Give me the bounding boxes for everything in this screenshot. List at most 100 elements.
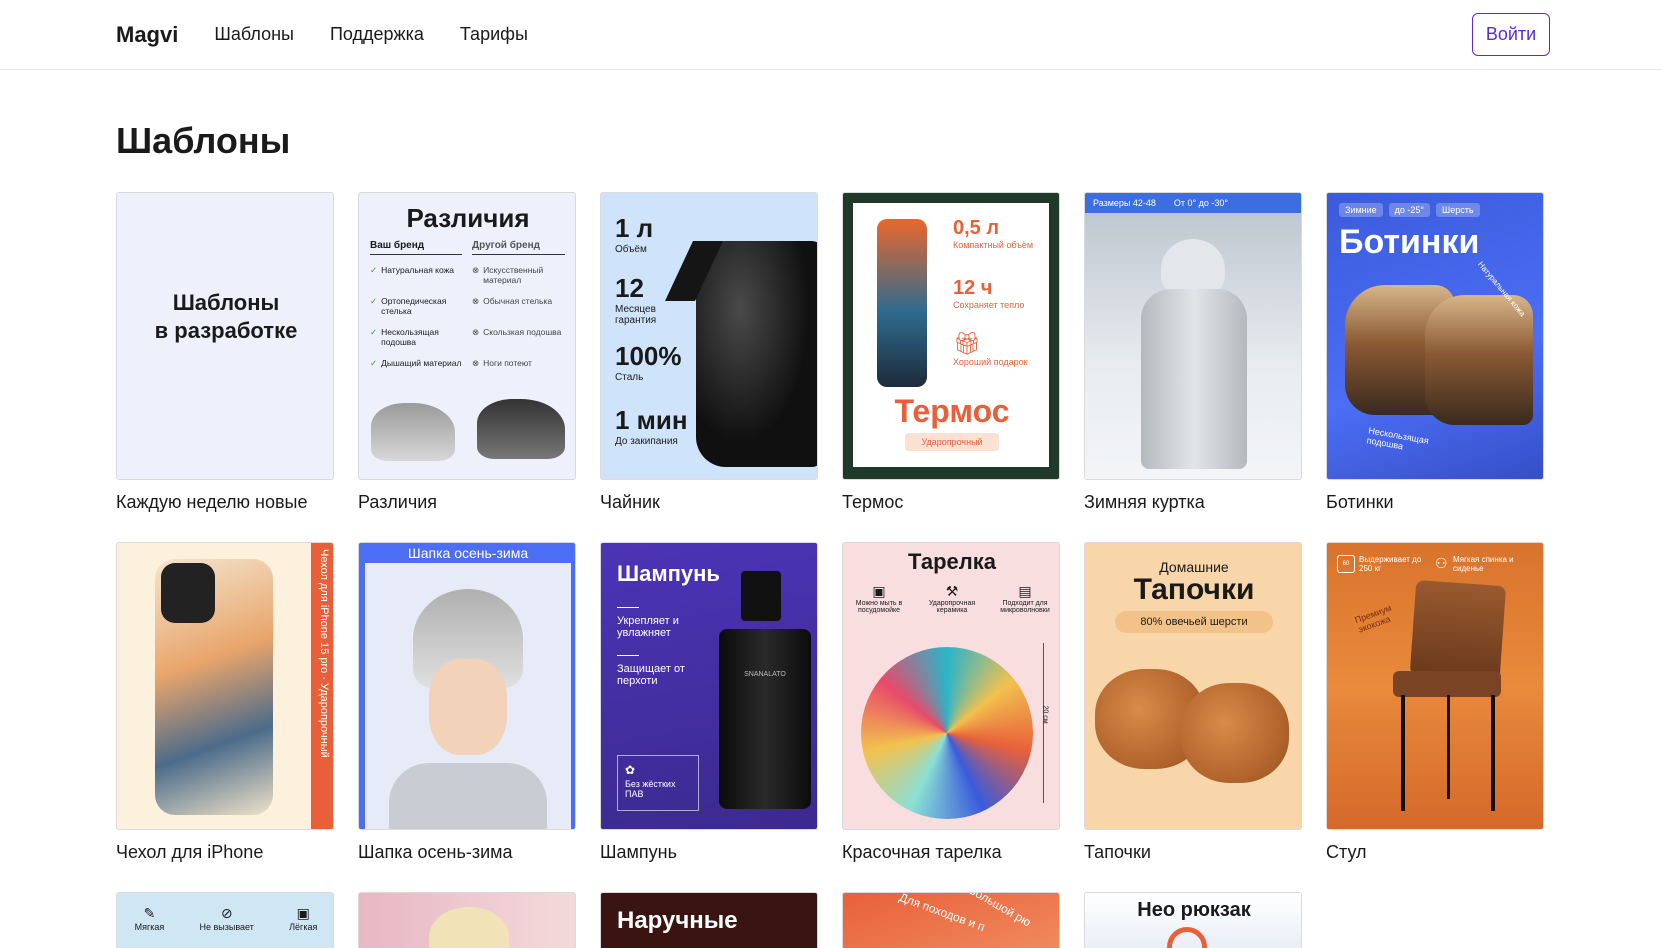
template-card[interactable] [358,892,576,948]
template-card[interactable]: Наручные [600,892,818,948]
template-card[interactable]: Шампунь Укрепляет и увлажняет Защищает о… [600,542,818,882]
thumb-heading: Различия [406,203,530,233]
template-thumbnail[interactable]: Наручные [600,892,818,948]
template-thumbnail[interactable]: ✎ Мягкая ⊘ Не вызывает ▣ Лёгкая [116,892,334,948]
face-shape [429,659,507,755]
stat-label: Сталь [615,372,644,383]
stat-label: Сохраняет тепло [953,300,1025,310]
template-caption[interactable]: Шапка осень-зима [358,842,576,882]
main-nav: Шаблоны Поддержка Тарифы [214,24,528,45]
stat-label: Объём [615,244,647,255]
sneaker-image [371,403,455,461]
template-thumbnail[interactable]: Размеры 42-48 От 0° до -30° [1084,192,1302,480]
template-card[interactable]: Чехол для iPhone 15 pro · Ударопрочный Ч… [116,542,334,882]
size-label: 20 см [1041,705,1049,724]
thumb-note: Нескользящая подошва [1365,425,1430,452]
template-caption[interactable]: Красочная тарелка [842,842,1060,882]
chair-back [1409,579,1507,679]
template-thumbnail[interactable]: 0,5 л Компактный объём 12 ч Сохраняет тепл… [842,192,1060,480]
list-item: ✓ Нескользящая подошва [370,327,466,358]
bottle-cap [741,571,781,621]
stat: 12 Месяцев гарантия [615,273,685,326]
plate-image [861,647,1033,819]
item-text: Дышащий материал [381,358,462,368]
template-caption[interactable]: Зимняя куртка [1084,492,1302,532]
top-header: Magvi Шаблоны Поддержка Тарифы Войти [0,0,1662,70]
placeholder-line: в разработке [154,318,298,343]
logo[interactable]: Magvi [116,9,178,60]
template-card[interactable]: Тарелка ▣ Можно мыть в посудомойке ⚒ Ударо… [842,542,1060,882]
list-item: ⊗ Искусственный материал [472,265,568,296]
placeholder-text: Шаблоны в разработке [117,289,333,345]
list-item: ✓ Ортопедическая стелька [370,296,466,327]
thumb-tags: Размеры 42-48 От 0° до -30° [1085,193,1301,213]
template-thumbnail[interactable]: Чехол для iPhone 15 pro · Ударопрочный [116,542,334,830]
template-card[interactable]: ✎ Мягкая ⊘ Не вызывает ▣ Лёгкая [116,892,334,948]
template-caption[interactable]: Шампунь [600,842,818,882]
template-card[interactable]: Различия Ваш бренд Другой бренд ✓ Натурал… [358,192,576,532]
template-thumbnail[interactable] [358,892,576,948]
page: Magvi Шаблоны Поддержка Тарифы Войти Шаб… [0,0,1662,948]
template-thumbnail[interactable]: 1 л Объём 12 Месяцев гарантия 100% Сталь 1 … [600,192,818,480]
bottle-image [719,629,811,809]
template-caption[interactable]: Различия [358,492,576,532]
template-thumbnail[interactable]: Зимние до -25° Шерсть Ботинки Натуральна… [1326,192,1544,480]
login-button[interactable]: Войти [1472,13,1550,56]
stat-value: 0,5 л [953,217,1000,239]
tag: Зимние [1339,203,1383,217]
template-thumbnail[interactable]: Шапка осень-зима [358,542,576,830]
template-card[interactable]: Шапка осень-зима Шапка осень-зима [358,542,576,882]
weight-icon: 60 [1337,555,1355,573]
tag: От 0° до -30° [1173,198,1229,208]
dishwasher-icon: ▣ [872,583,886,599]
stat: 0,5 л Компактный объём [953,217,1043,250]
template-caption[interactable]: Ботинки [1326,492,1544,532]
template-caption[interactable]: Тапочки [1084,842,1302,882]
nav-pricing[interactable]: Тарифы [460,24,528,45]
template-thumbnail[interactable]: Тарелка ▣ Можно мыть в посудомойке ⚒ Ударо… [842,542,1060,830]
template-thumbnail[interactable]: Шампунь Укрепляет и увлажняет Защищает о… [600,542,818,830]
item-text: Нескользящая подошва [381,327,439,347]
template-card[interactable]: 60 Выдерживает до 250 кг ⚇ Мягкая спинка… [1326,542,1544,882]
box-text: Без жёстких ПАВ [625,779,676,799]
sneaker-image [477,399,565,459]
template-card[interactable]: 0,5 л Компактный объём 12 ч Сохраняет тепл… [842,192,1060,532]
thumb-tags: Зимние до -25° Шерсть [1339,203,1480,217]
col-left-header: Ваш бренд [370,240,462,255]
stat-label: До закипания [615,436,678,447]
template-thumbnail[interactable]: Для походов и п Большой рю [842,892,1060,948]
tag: Размеры 42-48 [1093,198,1156,208]
list-item: ⊗ Ноги потеют [472,358,568,389]
template-card[interactable]: Домашние Тапочки 80% овечьей шерсти Тапо… [1084,542,1302,882]
template-caption[interactable]: Термос [842,492,1060,532]
template-card[interactable]: Для походов и п Большой рю [842,892,1060,948]
washer-icon: ▣ [296,905,310,921]
template-caption[interactable]: Чехол для iPhone [116,842,334,882]
template-card[interactable]: Нео рюкзак [1084,892,1302,948]
template-card[interactable]: 1 л Объём 12 Месяцев гарантия 100% Сталь 1 … [600,192,818,532]
template-thumbnail[interactable]: Различия Ваш бренд Другой бренд ✓ Натурал… [358,192,576,480]
backpack-image [1167,927,1207,948]
template-card[interactable]: Размеры 42-48 От 0° до -30° Зимняя куртк… [1084,192,1302,532]
template-thumbnail[interactable]: 60 Выдерживает до 250 кг ⚇ Мягкая спинка… [1326,542,1544,830]
stat-value: 12 ч [953,277,993,299]
nav-support[interactable]: Поддержка [330,24,424,45]
list-item: ✓ Дышащий материал [370,358,466,389]
stat: 🎁︎ Хороший подарок [953,331,1043,367]
nav-templates[interactable]: Шаблоны [214,24,294,45]
template-thumbnail[interactable]: Нео рюкзак [1084,892,1302,948]
template-caption[interactable]: Каждую неделю новые [116,492,334,532]
thumb-banner: Шапка осень-зима [407,545,529,561]
template-card[interactable]: Шаблоны в разработке Каждую неделю новые [116,192,334,532]
feature-text: Подходит для микроволновки [1000,600,1050,614]
feature: ⚒ Ударопрочная керамика [922,583,982,614]
list-item: ⊗ Скользкая подошва [472,327,568,358]
item-text: Ноги потеют [483,358,532,368]
template-thumbnail[interactable]: Шаблоны в разработке [116,192,334,480]
template-card[interactable]: Зимние до -25° Шерсть Ботинки Натуральна… [1326,192,1544,532]
feather-icon: ✎ [143,905,156,921]
template-thumbnail[interactable]: Домашние Тапочки 80% овечьей шерсти [1084,542,1302,830]
jacket-shape [389,763,547,829]
template-caption[interactable]: Стул [1326,842,1544,882]
template-caption[interactable]: Чайник [600,492,818,532]
